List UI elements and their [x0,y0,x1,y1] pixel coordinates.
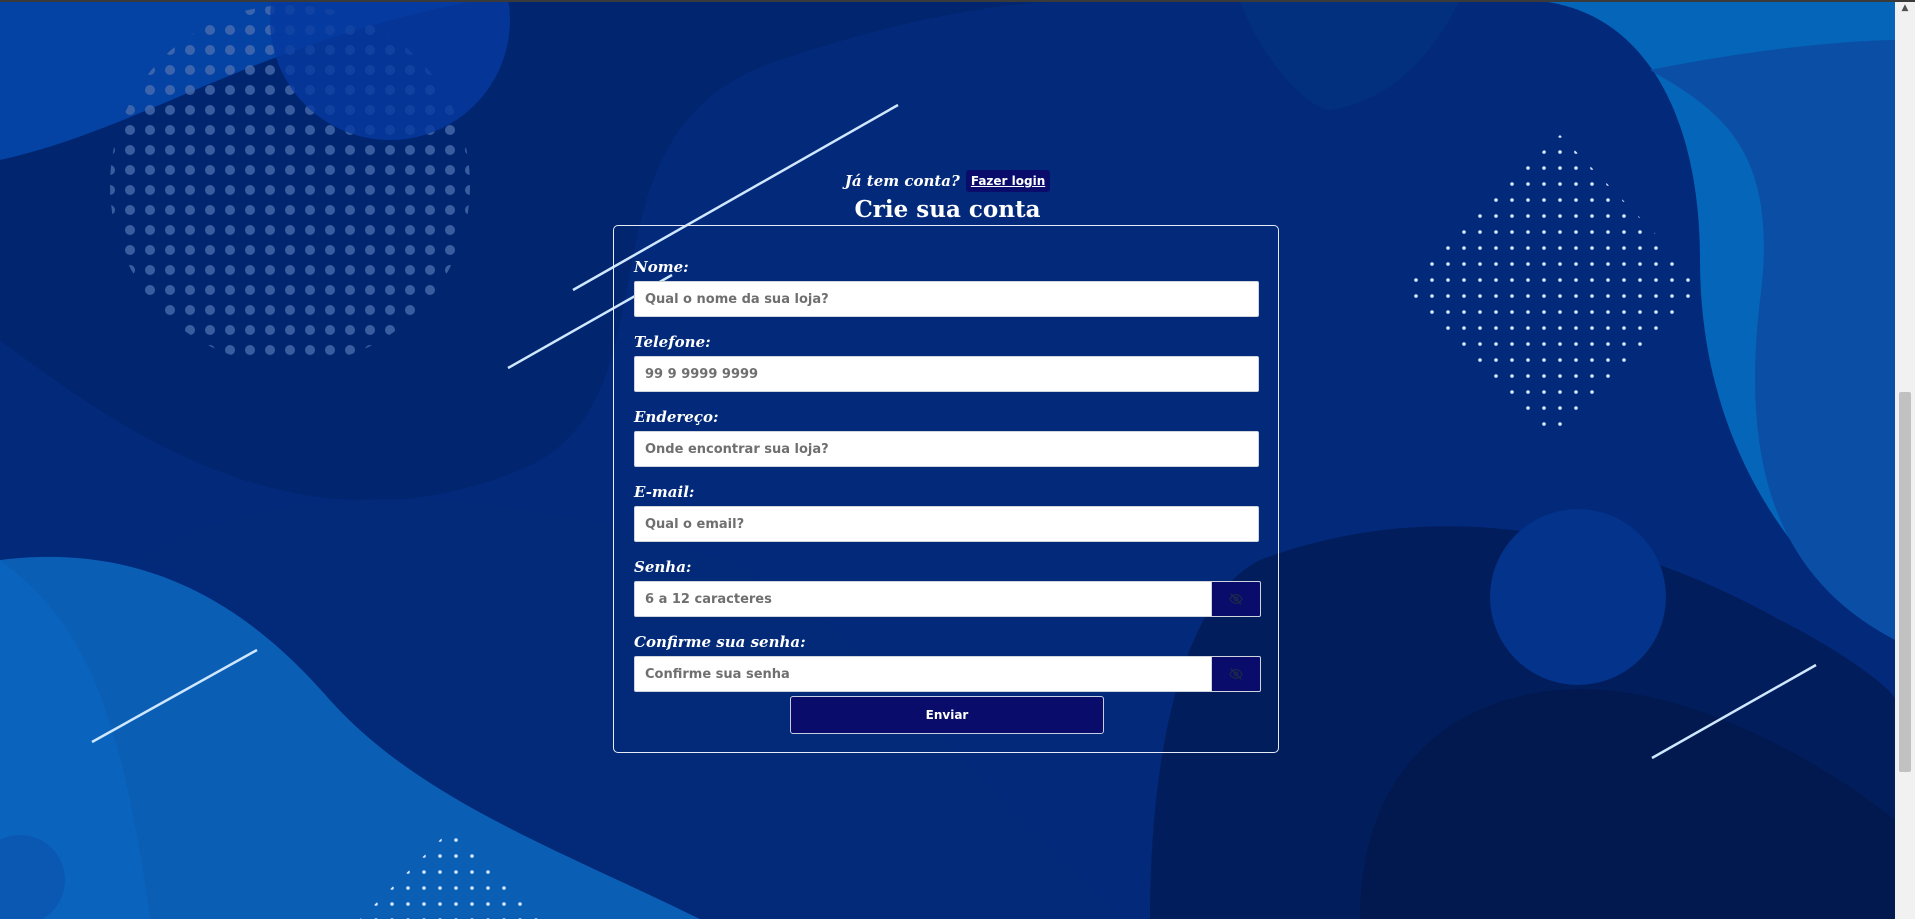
address-input[interactable] [634,431,1259,467]
scrollbar-thumb[interactable] [1899,392,1911,772]
has-account-text: Já tem conta? [844,172,960,190]
login-prompt: Já tem conta? Fazer login [0,170,1895,192]
name-input[interactable] [634,281,1259,317]
name-label: Nome: [634,258,689,276]
address-label: Endereço: [634,408,719,426]
email-input[interactable] [634,506,1259,542]
page-scrollbar[interactable]: ▲ [1895,0,1915,919]
eye-slash-icon [1229,593,1243,605]
confirm-password-visibility-toggle[interactable] [1211,656,1261,692]
password-visibility-toggle[interactable] [1211,581,1261,617]
confirm-password-label: Confirme sua senha: [634,633,806,651]
login-link[interactable]: Fazer login [965,170,1051,192]
phone-input[interactable] [634,356,1259,392]
window-top-edge [0,0,1915,2]
signup-form: Nome: Telefone: Endereço: E-mail: Senha:… [613,225,1279,753]
password-input[interactable] [634,581,1211,617]
phone-label: Telefone: [634,333,711,351]
email-label: E-mail: [634,483,695,501]
password-label: Senha: [634,558,692,576]
submit-button[interactable]: Enviar [790,696,1104,734]
chevron-up-icon[interactable]: ▲ [1895,0,1915,16]
confirm-password-input[interactable] [634,656,1211,692]
eye-slash-icon [1229,668,1243,680]
page-title: Crie sua conta [854,196,1041,223]
